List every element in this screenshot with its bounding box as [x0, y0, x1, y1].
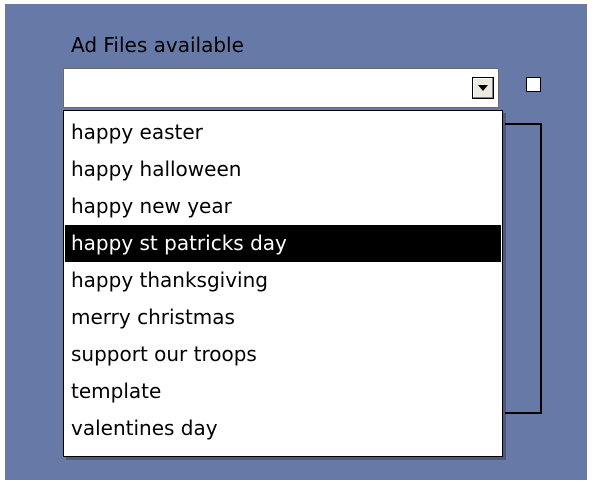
list-item[interactable]: happy new year [65, 188, 501, 225]
ad-files-label: Ad Files available [71, 33, 244, 57]
ad-files-combobox[interactable] [63, 68, 499, 108]
list-item[interactable]: valentines day [65, 410, 501, 447]
frame-bracket [505, 123, 542, 414]
ad-files-dropdown-list[interactable]: happy easter happy halloween happy new y… [63, 110, 503, 457]
list-item[interactable]: happy easter [65, 114, 501, 151]
list-item[interactable]: template [65, 373, 501, 410]
list-item[interactable]: support our troops [65, 336, 501, 373]
dropdown-button[interactable] [472, 77, 494, 99]
list-item[interactable]: happy halloween [65, 151, 501, 188]
list-item-selected[interactable]: happy st patricks day [65, 225, 501, 262]
chevron-down-icon [478, 85, 488, 91]
list-item[interactable]: merry christmas [65, 299, 501, 336]
ad-files-checkbox[interactable] [526, 77, 541, 92]
list-item[interactable]: happy thanksgiving [65, 262, 501, 299]
